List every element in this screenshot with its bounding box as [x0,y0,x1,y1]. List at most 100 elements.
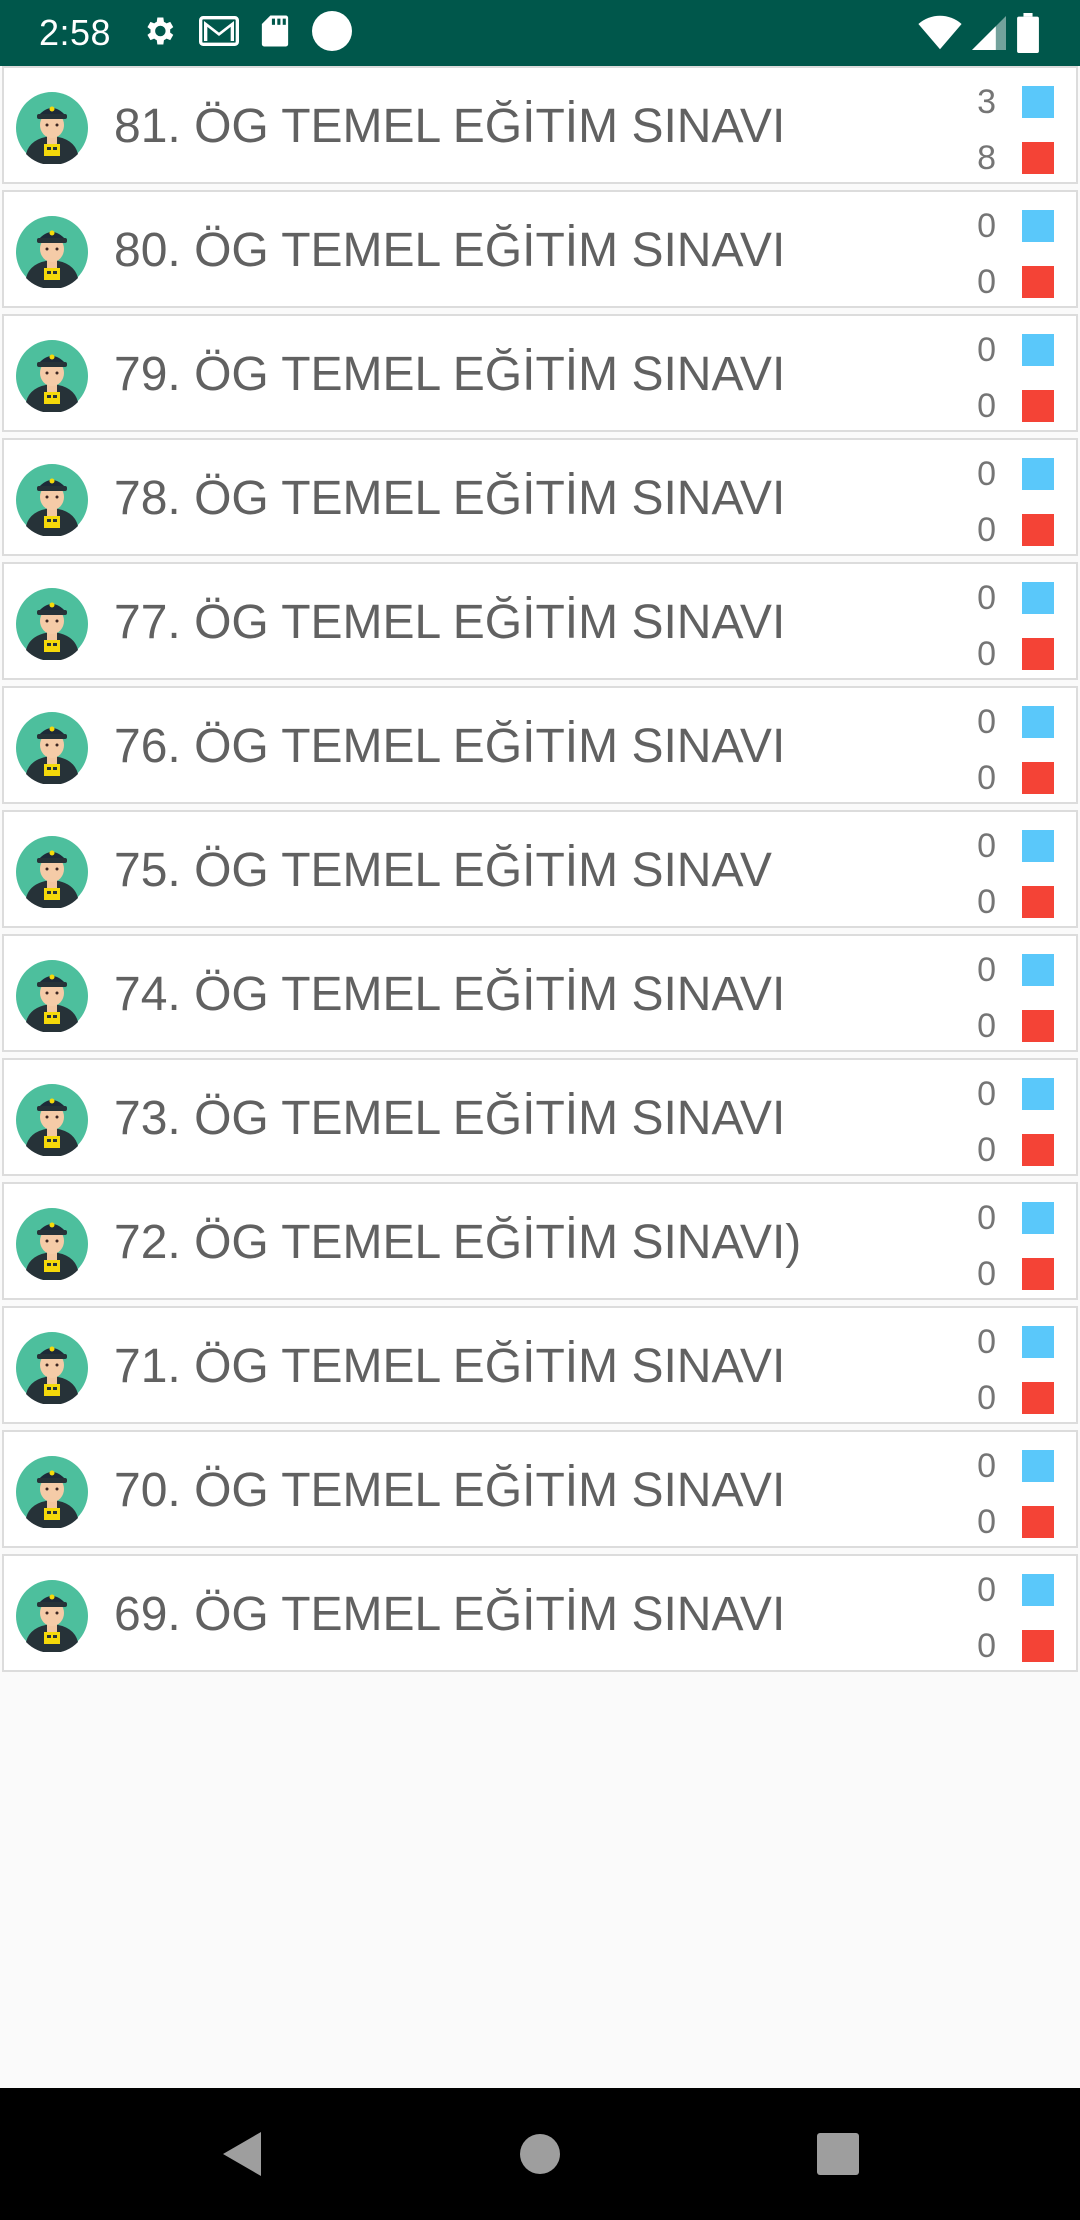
red-square-icon [1022,514,1054,546]
red-square-icon [1022,886,1054,918]
police-avatar-icon [16,1580,88,1654]
exam-title: 76. ÖG TEMEL EĞİTİM SINAVI [114,720,786,773]
blue-count: 0 [977,1571,996,1609]
blue-square-icon [1022,954,1054,986]
red-count: 0 [977,635,996,673]
blue-square-icon [1022,86,1054,118]
red-counter: 0 [964,1378,1054,1418]
blue-counter: 0 [964,1570,1054,1610]
exam-title: 81. ÖG TEMEL EĞİTİM SINAVI [114,100,786,153]
blue-counter: 0 [964,1074,1054,1114]
red-count: 0 [977,263,996,301]
police-avatar-icon [16,1084,88,1158]
exam-list-item[interactable]: 77. ÖG TEMEL EĞİTİM SINAVI 0 0 [2,562,1078,680]
system-icons [918,13,1040,58]
exam-title: 72. ÖG TEMEL EĞİTİM SINAVI) [114,1216,802,1269]
blue-count: 0 [977,1447,996,1485]
red-square-icon [1022,1258,1054,1290]
police-avatar-icon [16,1208,88,1282]
exam-title: 73. ÖG TEMEL EĞİTİM SINAVI [114,1092,786,1145]
exam-list-item[interactable]: 78. ÖG TEMEL EĞİTİM SINAVI 0 0 [2,438,1078,556]
police-avatar-icon [16,836,88,910]
red-square-icon [1022,142,1054,174]
red-square-icon [1022,390,1054,422]
red-count: 0 [977,387,996,425]
status-time: 2:58 [39,12,112,53]
police-avatar-icon [16,464,88,538]
exam-list-item[interactable]: 69. ÖG TEMEL EĞİTİM SINAVI 0 0 [2,1554,1078,1672]
blue-counter: 0 [964,702,1054,742]
blue-square-icon [1022,1202,1054,1234]
blue-count: 0 [977,827,996,865]
red-square-icon [1022,266,1054,298]
exam-list-item[interactable]: 70. ÖG TEMEL EĞİTİM SINAVI 0 0 [2,1430,1078,1548]
exam-title: 69. ÖG TEMEL EĞİTİM SINAVI [114,1588,786,1641]
exam-title: 71. ÖG TEMEL EĞİTİM SINAVI [114,1340,786,1393]
red-square-icon [1022,638,1054,670]
exam-list-item[interactable]: 81. ÖG TEMEL EĞİTİM SINAVI 3 8 [2,66,1078,184]
red-square-icon [1022,762,1054,794]
blue-count: 0 [977,579,996,617]
blue-count: 0 [977,331,996,369]
battery-icon [1016,13,1040,58]
red-count: 8 [977,139,996,177]
blue-square-icon [1022,210,1054,242]
blue-counter: 0 [964,454,1054,494]
red-counter: 0 [964,510,1054,550]
blue-square-icon [1022,1574,1054,1606]
exam-list-item[interactable]: 79. ÖG TEMEL EĞİTİM SINAVI 0 0 [2,314,1078,432]
red-counter: 0 [964,758,1054,798]
red-counter: 8 [964,138,1054,178]
gear-icon [141,13,177,54]
exam-list-item[interactable]: 75. ÖG TEMEL EĞİTİM SINAV 0 0 [2,810,1078,928]
exam-title: 77. ÖG TEMEL EĞİTİM SINAVI [114,596,786,649]
red-square-icon [1022,1382,1054,1414]
status-bar: 2:58 [0,0,1080,66]
red-counter: 0 [964,1006,1054,1046]
exam-list-item[interactable]: 73. ÖG TEMEL EĞİTİM SINAVI 0 0 [2,1058,1078,1176]
police-avatar-icon [16,340,88,414]
blue-count: 0 [977,1075,996,1113]
exam-list-item[interactable]: 71. ÖG TEMEL EĞİTİM SINAVI 0 0 [2,1306,1078,1424]
blue-count: 0 [977,951,996,989]
blue-counter: 0 [964,206,1054,246]
blue-count: 0 [977,455,996,493]
red-counter: 0 [964,1502,1054,1542]
police-avatar-icon [16,92,88,166]
red-count: 0 [977,1007,996,1045]
police-avatar-icon [16,588,88,662]
circle-icon [311,10,353,57]
recents-icon[interactable] [800,2116,876,2192]
cell-signal-icon [972,15,1006,56]
back-icon[interactable] [205,2116,281,2192]
red-counter: 0 [964,1626,1054,1666]
red-count: 0 [977,1255,996,1293]
sd-card-icon [261,14,289,53]
exam-title: 80. ÖG TEMEL EĞİTİM SINAVI [114,224,786,277]
blue-square-icon [1022,1326,1054,1358]
blue-counter: 0 [964,330,1054,370]
home-icon[interactable] [502,2116,578,2192]
red-square-icon [1022,1010,1054,1042]
red-count: 0 [977,759,996,797]
blue-square-icon [1022,706,1054,738]
exam-list-item[interactable]: 76. ÖG TEMEL EĞİTİM SINAVI 0 0 [2,686,1078,804]
red-count: 0 [977,1503,996,1541]
exam-list-item[interactable]: 72. ÖG TEMEL EĞİTİM SINAVI) 0 0 [2,1182,1078,1300]
exam-list-item[interactable]: 74. ÖG TEMEL EĞİTİM SINAVI 0 0 [2,934,1078,1052]
exam-title: 70. ÖG TEMEL EĞİTİM SINAVI [114,1464,786,1517]
red-counter: 0 [964,1130,1054,1170]
blue-count: 0 [977,1199,996,1237]
exam-list: 81. ÖG TEMEL EĞİTİM SINAVI 3 8 80. ÖG TE… [0,66,1080,1678]
red-counter: 0 [964,634,1054,674]
blue-square-icon [1022,1450,1054,1482]
exam-list-item[interactable]: 80. ÖG TEMEL EĞİTİM SINAVI 0 0 [2,190,1078,308]
police-avatar-icon [16,1332,88,1406]
red-counter: 0 [964,262,1054,302]
red-square-icon [1022,1134,1054,1166]
gmail-icon [199,14,240,53]
blue-count: 0 [977,207,996,245]
red-counter: 0 [964,386,1054,426]
navigation-bar [0,2088,1080,2220]
red-counter: 0 [964,882,1054,922]
